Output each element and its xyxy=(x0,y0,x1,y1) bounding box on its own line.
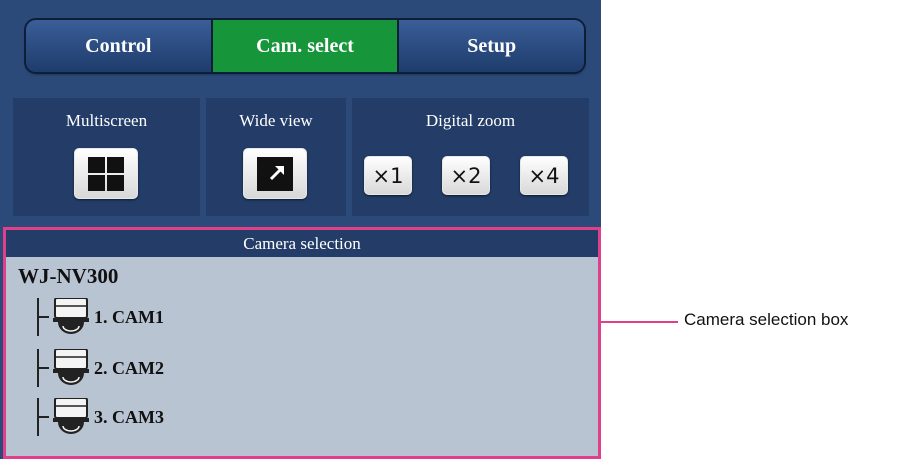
zoom-x2-button[interactable]: ×2 xyxy=(442,156,490,195)
callout-leader-line xyxy=(598,321,678,323)
camera-item-1[interactable]: 1. CAM1 xyxy=(33,296,333,338)
tree-connector xyxy=(33,349,53,387)
dome-camera-icon xyxy=(53,298,89,334)
camera-label: 2. CAM2 xyxy=(94,357,164,378)
view-controls: Multiscreen Wide view Digital zoom ×1 ×2… xyxy=(13,98,589,216)
multiscreen-group: Multiscreen xyxy=(13,98,200,216)
digital-zoom-title: Digital zoom xyxy=(425,111,516,130)
control-panel: Control Cam. select Setup Multiscreen Wi… xyxy=(0,0,601,459)
zoom-x1-button[interactable]: ×1 xyxy=(364,156,412,195)
tab-control[interactable]: Control xyxy=(26,20,213,72)
tab-cam-select[interactable]: Cam. select xyxy=(212,20,400,72)
camera-label: 1. CAM1 xyxy=(94,306,164,327)
tree-connector xyxy=(33,398,53,436)
wide-view-group: Wide view xyxy=(206,98,346,216)
camera-selection-header: Camera selection xyxy=(6,230,598,257)
camera-item-2[interactable]: 2. CAM2 xyxy=(33,347,333,389)
multiscreen-button[interactable] xyxy=(74,148,138,199)
multiscreen-title: Multiscreen xyxy=(65,111,148,130)
tab-setup[interactable]: Setup xyxy=(399,20,584,72)
camera-item-3[interactable]: 3. CAM3 xyxy=(33,396,333,438)
zoom-x4-button[interactable]: ×4 xyxy=(520,156,568,195)
camera-selection-box: Camera selection WJ-NV300 1. CAM1 2. CAM… xyxy=(3,227,601,459)
dome-camera-icon xyxy=(53,349,89,385)
wide-view-button[interactable] xyxy=(243,148,307,199)
digital-zoom-group: Digital zoom ×1 ×2 ×4 xyxy=(352,98,589,216)
camera-label: 3. CAM3 xyxy=(94,406,164,427)
dome-camera-icon xyxy=(53,398,89,434)
quad-grid-icon xyxy=(88,156,124,191)
expand-arrow-icon xyxy=(257,156,293,191)
tree-connector xyxy=(33,298,53,336)
recorder-name[interactable]: WJ-NV300 xyxy=(18,264,118,289)
wide-view-title: Wide view xyxy=(239,111,313,130)
tab-bar: Control Cam. select Setup xyxy=(26,20,584,72)
callout-label: Camera selection box xyxy=(684,310,849,329)
